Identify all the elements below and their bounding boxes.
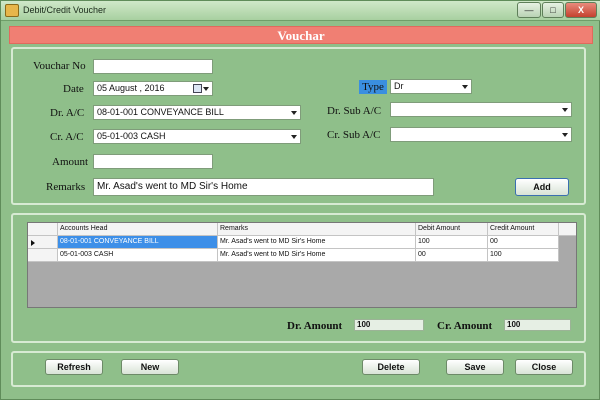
type-label: Type (359, 80, 387, 94)
window-close-button[interactable]: X (565, 2, 597, 18)
current-row-arrow-icon (31, 240, 35, 246)
entries-grid: Accounts Head Remarks Debit Amount Credi… (27, 222, 577, 308)
chevron-down-icon (562, 133, 568, 137)
table-cell[interactable]: 05-01-003 CASH (58, 249, 218, 262)
delete-button[interactable]: Delete (362, 359, 420, 375)
add-button[interactable]: Add (515, 178, 569, 196)
remarks-field[interactable]: Mr. Asad's went to MD Sir's Home (93, 178, 434, 196)
chevron-down-icon (291, 135, 297, 139)
row-header[interactable] (28, 236, 58, 249)
date-label: Date (63, 83, 84, 95)
cr-amount-label: Cr. Amount (437, 320, 493, 332)
dr-amount-label: Dr. Amount (287, 320, 343, 332)
minimize-button[interactable]: — (517, 2, 541, 18)
title-bar: Debit/Credit Voucher — □ X (1, 1, 600, 21)
dr-ac-value: 08-01-001 CONVEYANCE BILL (97, 107, 224, 117)
calendar-icon[interactable] (193, 84, 202, 93)
cr-sub-ac-label: Cr. Sub A/C (327, 129, 381, 141)
chevron-down-icon[interactable] (203, 87, 209, 91)
save-button[interactable]: Save (446, 359, 504, 375)
voucher-no-field[interactable] (93, 59, 213, 74)
table-cell[interactable]: Mr. Asad's went to MD Sir's Home (218, 236, 416, 249)
cr-sub-ac-select[interactable] (390, 127, 572, 142)
cr-ac-label: Cr. A/C (50, 131, 84, 143)
column-header-filler (559, 223, 576, 236)
table-cell[interactable]: 00 (416, 249, 488, 262)
amount-field[interactable] (93, 154, 213, 169)
chevron-down-icon (462, 85, 468, 89)
table-cell[interactable]: 100 (488, 249, 559, 262)
date-picker[interactable]: 05 August , 2016 (93, 81, 213, 96)
table-cell[interactable]: 00 (488, 236, 559, 249)
dr-ac-label: Dr. A/C (50, 107, 85, 119)
column-header-remarks[interactable]: Remarks (218, 223, 416, 236)
column-header-accounts-head[interactable]: Accounts Head (58, 223, 218, 236)
voucher-no-label: Vouchar No (33, 60, 86, 72)
close-button[interactable]: Close (515, 359, 573, 375)
amount-label: Amount (52, 156, 89, 168)
header-band: Vouchar (9, 26, 593, 44)
column-header-debit-amount[interactable]: Debit Amount (416, 223, 488, 236)
type-select[interactable]: Dr (390, 79, 472, 94)
column-header-credit-amount[interactable]: Credit Amount (488, 223, 559, 236)
remarks-label: Remarks (46, 181, 86, 193)
refresh-button[interactable]: Refresh (45, 359, 103, 375)
cr-ac-select[interactable]: 05-01-003 CASH (93, 129, 301, 144)
row-header[interactable] (28, 249, 58, 262)
table-cell[interactable]: 100 (416, 236, 488, 249)
table-cell[interactable]: 08-01-001 CONVEYANCE BILL (58, 236, 218, 249)
grid-corner (28, 223, 58, 236)
chevron-down-icon (562, 108, 568, 112)
table-cell[interactable]: Mr. Asad's went to MD Sir's Home (218, 249, 416, 262)
page-title: Vouchar (277, 28, 325, 43)
new-button[interactable]: New (121, 359, 179, 375)
dr-sub-ac-select[interactable] (390, 102, 572, 117)
chevron-down-icon (291, 111, 297, 115)
dr-amount-value: 100 (354, 319, 424, 331)
dr-ac-select[interactable]: 08-01-001 CONVEYANCE BILL (93, 105, 301, 120)
window-title: Debit/Credit Voucher (23, 5, 107, 15)
maximize-button[interactable]: □ (542, 2, 564, 18)
type-value: Dr (394, 81, 404, 91)
voucher-window: Debit/Credit Voucher — □ X Vouchar Vouch… (0, 0, 600, 400)
cr-ac-value: 05-01-003 CASH (97, 131, 166, 141)
date-value: 05 August , 2016 (97, 83, 165, 93)
dr-sub-ac-label: Dr. Sub A/C (327, 105, 382, 117)
cr-amount-value: 100 (504, 319, 571, 331)
app-icon (5, 4, 19, 17)
